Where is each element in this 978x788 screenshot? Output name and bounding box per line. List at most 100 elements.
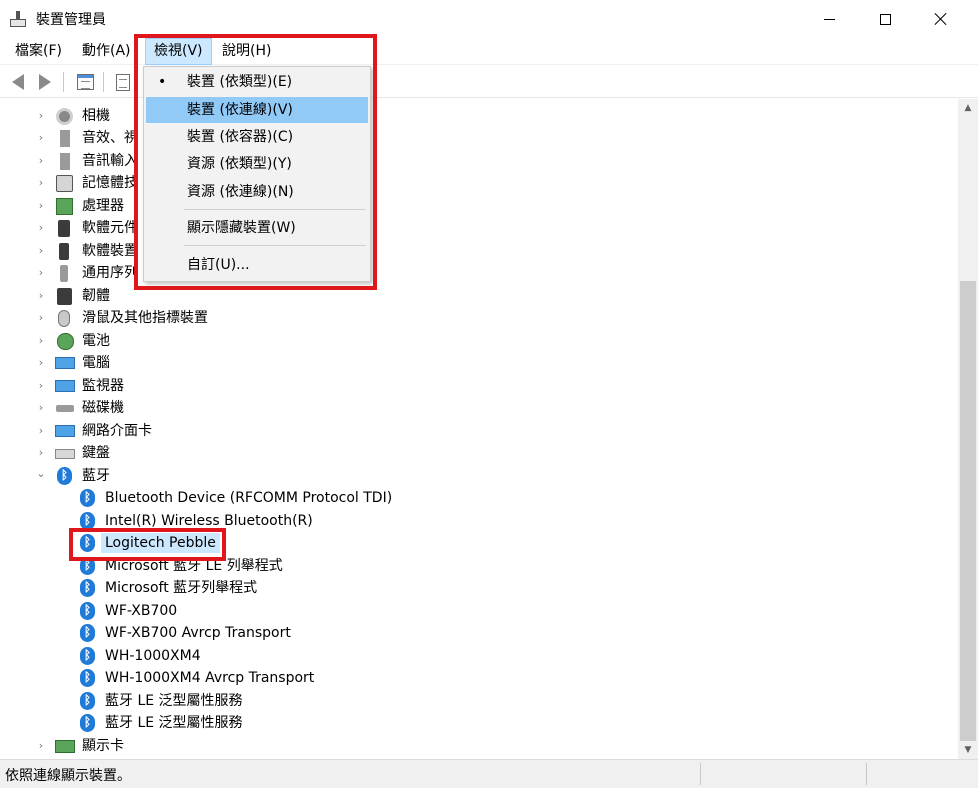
expand-chevron-icon[interactable]: › [36,200,46,211]
toolbar-separator [63,72,64,92]
scroll-thumb[interactable] [960,281,976,741]
properties-icon [76,74,94,90]
tree-category-computer[interactable]: › 電腦 [0,352,940,374]
back-arrow-icon [12,74,24,90]
tree-device[interactable]: ᛒ WF-XB700 Avrcp Transport [0,622,940,644]
software-component-icon [58,220,70,237]
bluetooth-icon: ᛒ [80,647,95,665]
tree-device[interactable]: ᛒ Bluetooth Device (RFCOMM Protocol TDI) [0,487,940,509]
tree-device[interactable]: ᛒ Microsoft 藍牙 LE 列舉程式 [0,555,940,577]
tree-category-monitor[interactable]: › 監視器 [0,375,940,397]
menu-option-resources-by-connection[interactable]: 資源 (依連線)(N) [146,179,368,205]
window-title: 裝置管理員 [36,12,106,28]
bluetooth-icon: ᛒ [80,534,95,552]
tree-category-software-device[interactable]: › 軟體裝置 [0,240,940,262]
tree-category-battery[interactable]: › 電池 [0,330,940,352]
status-pane-divider [866,763,867,785]
menu-option-show-hidden[interactable]: 顯示隱藏裝置(W) [146,215,368,241]
tree-device[interactable]: ᛒ WH-1000XM4 Avrcp Transport [0,667,940,689]
expand-chevron-icon[interactable]: › [36,425,46,436]
tree-category-usb[interactable]: › 通用序列 [0,262,940,284]
status-bar: 依照連線顯示裝置。 [0,759,978,788]
tree-item-label: Microsoft 藍牙列舉程式 [105,580,258,596]
tree-category-sound[interactable]: › 音效、視 [0,127,940,149]
tree-category-bluetooth[interactable]: ⌄ ᛒ 藍牙 [0,465,940,487]
menu-option-label: 裝置 (依類型)(E) [187,74,293,90]
expand-chevron-icon[interactable]: › [36,267,46,278]
collapse-chevron-icon[interactable]: ⌄ [36,468,46,479]
tree-item-label: WH-1000XM4 [105,648,201,664]
expand-chevron-icon[interactable]: › [36,290,46,301]
tree-item-label: Logitech Pebble [101,533,220,553]
tree-category-memory[interactable]: › 記憶體技 [0,172,940,194]
menu-option-devices-by-type[interactable]: • 裝置 (依類型)(E) [146,69,368,95]
maximize-button[interactable] [862,0,908,38]
back-button[interactable] [7,71,29,93]
expand-chevron-icon[interactable]: › [36,380,46,391]
tree-category-camera[interactable]: › 相機 [0,105,940,127]
tree-item-label: WF-XB700 [105,603,178,619]
menu-option-customize[interactable]: 自訂(U)... [146,252,368,278]
tree-category-keyboard[interactable]: › 鍵盤 [0,442,940,464]
menu-option-devices-by-container[interactable]: 裝置 (依容器)(C) [146,124,368,150]
scroll-down-icon[interactable]: ▼ [958,741,978,759]
expand-chevron-icon[interactable]: › [36,357,46,368]
tree-device[interactable]: ᛒ 藍牙 LE 泛型屬性服務 [0,712,940,734]
tree-item-label: 藍牙 LE 泛型屬性服務 [105,715,243,731]
bluetooth-icon: ᛒ [80,602,95,620]
properties-button[interactable] [74,71,96,93]
tree-item-label: 鍵盤 [82,445,110,461]
forward-button[interactable] [34,71,56,93]
vertical-scrollbar[interactable]: ▲ ▼ [958,99,978,759]
bluetooth-icon: ᛒ [80,557,95,575]
menu-option-resources-by-type[interactable]: 資源 (依類型)(Y) [146,151,368,177]
tree-item-label: 記憶體技 [82,175,138,191]
minimize-button[interactable] [806,0,852,38]
expand-chevron-icon[interactable]: › [36,740,46,751]
expand-chevron-icon[interactable]: › [36,177,46,188]
expand-chevron-icon[interactable]: › [36,335,46,346]
expand-chevron-icon[interactable]: › [36,110,46,121]
menu-view[interactable]: 檢視(V) [145,38,212,65]
tree-device[interactable]: ᛒ 藍牙 LE 泛型屬性服務 [0,690,940,712]
bluetooth-icon: ᛒ [80,624,95,642]
tree-category-firmware[interactable]: › 韌體 [0,285,940,307]
menu-help[interactable]: 說明(H) [214,38,279,65]
menu-action[interactable]: 動作(A) [74,38,139,65]
tree-category-mouse[interactable]: › 滑鼠及其他指標裝置 [0,307,940,329]
tree-device-selected[interactable]: ᛒ Logitech Pebble [0,532,940,554]
speaker-icon [60,130,70,147]
tree-category-processor[interactable]: › 處理器 [0,195,940,217]
bluetooth-icon: ᛒ [80,669,95,687]
tree-category-software-component[interactable]: › 軟體元件 [0,217,940,239]
menu-option-devices-by-connection[interactable]: 裝置 (依連線)(V) [146,97,368,123]
tree-category-display-adapter[interactable]: › 顯示卡 [0,735,940,757]
expand-chevron-icon[interactable]: › [36,132,46,143]
close-button[interactable] [918,0,964,38]
tree-item-label: Microsoft 藍牙 LE 列舉程式 [105,558,283,574]
menu-option-label: 顯示隱藏裝置(W) [187,220,296,236]
tree-item-label: WH-1000XM4 Avrcp Transport [105,670,315,686]
expand-chevron-icon[interactable]: › [36,245,46,256]
tree-category-network-adapter[interactable]: › 網路介面卡 [0,420,940,442]
forward-arrow-icon [39,74,51,90]
help-button[interactable] [112,71,134,93]
expand-chevron-icon[interactable]: › [36,312,46,323]
expand-chevron-icon[interactable]: › [36,447,46,458]
document-icon [116,73,130,91]
tree-category-disk-drive[interactable]: › 磁碟機 [0,397,940,419]
menu-option-label: 資源 (依類型)(Y) [187,156,292,172]
expand-chevron-icon[interactable]: › [36,155,46,166]
expand-chevron-icon[interactable]: › [36,402,46,413]
menu-file[interactable]: 檔案(F) [7,38,70,65]
network-adapter-icon [55,425,75,437]
menu-bar: 檔案(F) 動作(A) 檢視(V) 說明(H) [0,38,978,65]
expand-chevron-icon[interactable]: › [36,222,46,233]
tree-device[interactable]: ᛒ WH-1000XM4 [0,645,940,667]
tree-item-label: 通用序列 [82,265,138,281]
tree-device[interactable]: ᛒ WF-XB700 [0,600,940,622]
scroll-up-icon[interactable]: ▲ [958,99,978,117]
tree-category-audio-input[interactable]: › 音訊輸入 [0,150,940,172]
tree-device[interactable]: ᛒ Intel(R) Wireless Bluetooth(R) [0,510,940,532]
tree-device[interactable]: ᛒ Microsoft 藍牙列舉程式 [0,577,940,599]
